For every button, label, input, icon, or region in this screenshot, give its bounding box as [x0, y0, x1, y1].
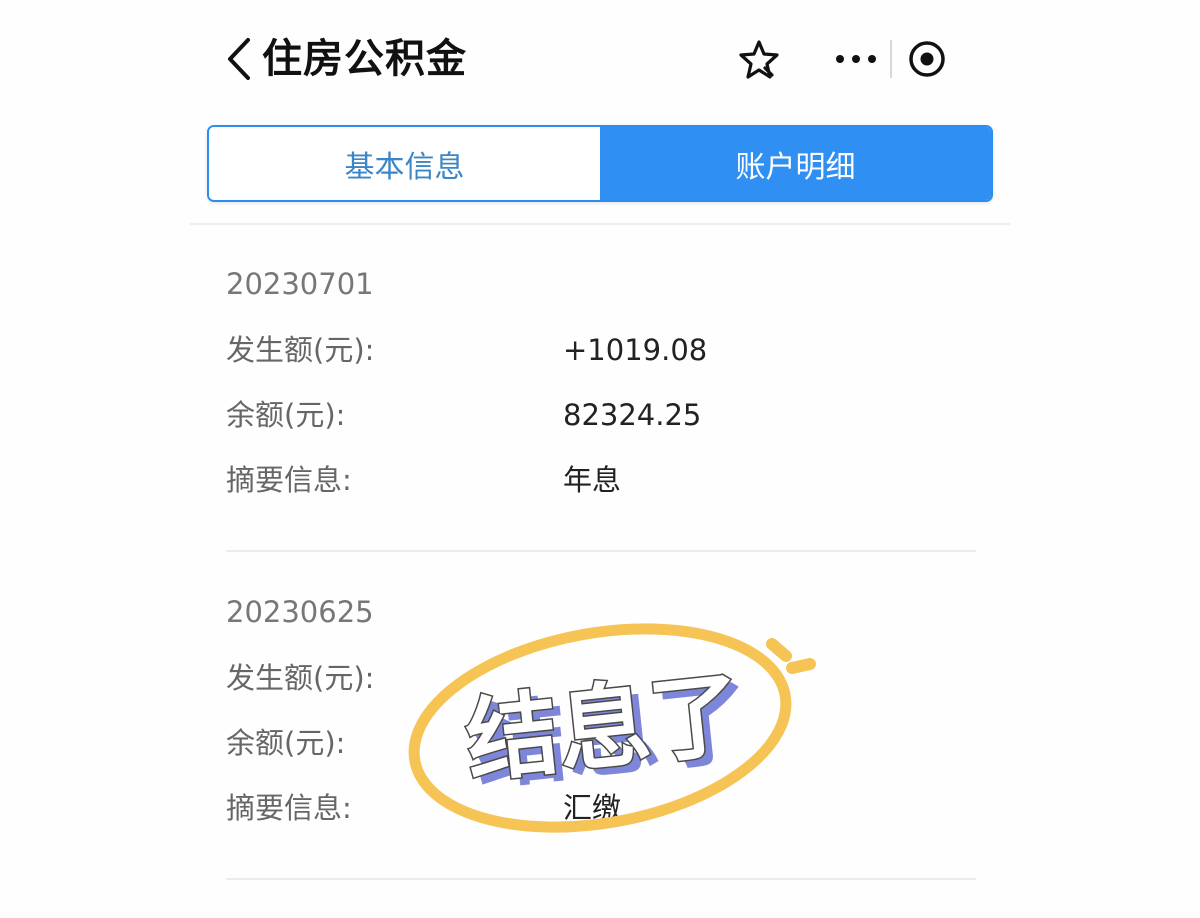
- section-divider: [190, 223, 1010, 225]
- amount-value: +1019.08: [563, 333, 708, 367]
- sticker-graphic: 结息了 结息了: [408, 623, 816, 833]
- more-button[interactable]: [832, 42, 880, 76]
- tab-account-details[interactable]: 账户明细: [600, 127, 991, 200]
- top-nav-bar: 住房公积金: [0, 0, 1200, 120]
- summary-label: 摘要信息:: [226, 791, 352, 825]
- amount-label: 发生额(元):: [226, 661, 375, 695]
- tab-basic-info[interactable]: 基本信息: [209, 127, 600, 200]
- miniprogram-capsule: [812, 28, 964, 90]
- record-divider: [226, 878, 976, 880]
- record-date: 20230625: [226, 595, 374, 629]
- summary-label: 摘要信息:: [226, 463, 352, 497]
- more-dots-icon: [836, 55, 876, 63]
- favorite-button[interactable]: [736, 38, 782, 82]
- interest-sticker: 结息了 结息了: [400, 598, 830, 838]
- balance-value: 82324.25: [563, 398, 702, 432]
- target-close-icon: [909, 41, 945, 77]
- amount-label: 发生额(元):: [226, 333, 375, 367]
- record-date: 20230701: [226, 267, 374, 301]
- capsule-divider: [890, 40, 892, 78]
- segmented-tabs: 基本信息 账户明细: [207, 125, 993, 202]
- app-screen: 住房公积金 基本信息 账户明细 20230701 发生额(元): +1019.0…: [0, 0, 1200, 918]
- chevron-left-icon: [228, 38, 250, 80]
- page-title: 住房公积金: [262, 36, 467, 82]
- star-icon: [739, 40, 779, 79]
- balance-label: 余额(元):: [226, 398, 346, 432]
- summary-value: 年息: [563, 463, 622, 497]
- record-row-balance: 余额(元): 82324.25: [226, 395, 976, 435]
- balance-label: 余额(元):: [226, 726, 346, 760]
- record-row-amount: 发生额(元): +1019.08: [226, 330, 976, 370]
- close-miniprogram-button[interactable]: [906, 38, 948, 80]
- record-row-summary: 摘要信息: 年息: [226, 460, 976, 500]
- record-divider: [226, 550, 976, 552]
- back-button[interactable]: [222, 36, 258, 82]
